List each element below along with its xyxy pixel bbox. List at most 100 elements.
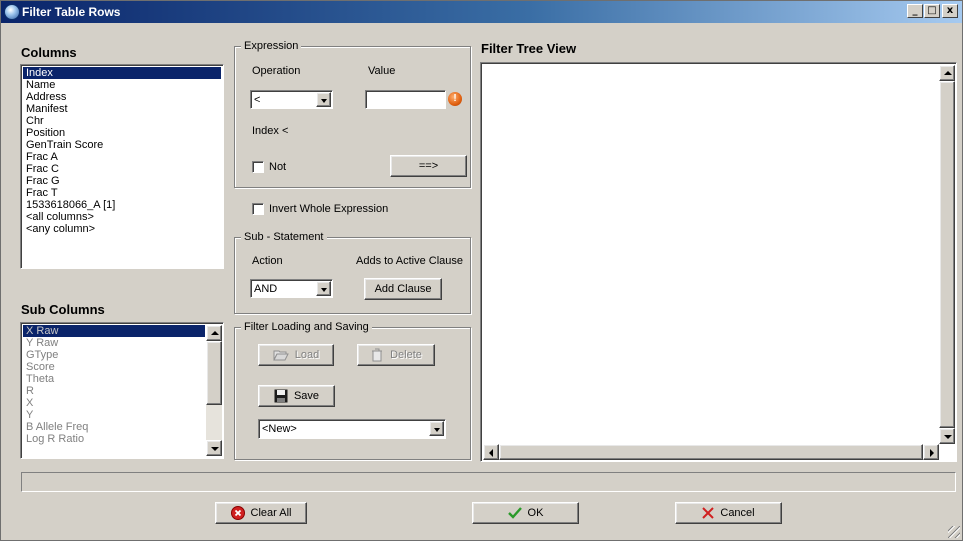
- tree-horizontal-thumb[interactable]: [499, 444, 923, 460]
- arrow-left-icon: [489, 449, 493, 457]
- cancel-label: Cancel: [720, 507, 755, 520]
- chevron-down-icon: [321, 99, 327, 103]
- filter-loading-saving-label: Filter Loading and Saving: [241, 321, 372, 333]
- clear-all-button[interactable]: Clear All: [215, 502, 307, 524]
- add-clause-button[interactable]: Add Clause: [364, 278, 442, 300]
- value-input[interactable]: [365, 90, 446, 109]
- cancel-x-icon: [702, 507, 715, 519]
- sub-statement-group-label: Sub - Statement: [241, 231, 327, 243]
- list-item[interactable]: X Raw: [23, 325, 205, 337]
- list-item[interactable]: GenTrain Score: [23, 139, 221, 151]
- filter-tree-view[interactable]: [480, 62, 957, 462]
- not-checkbox[interactable]: [252, 161, 264, 173]
- filter-dropdown-button[interactable]: [429, 421, 444, 436]
- tree-scroll-up-button[interactable]: [939, 65, 955, 81]
- operation-dropdown-button[interactable]: [316, 92, 331, 107]
- list-item[interactable]: Frac G: [23, 175, 221, 187]
- scroll-down-button[interactable]: [206, 440, 222, 456]
- add-clause-label: Add Clause: [374, 283, 432, 296]
- delete-file-icon: [372, 348, 383, 362]
- save-button[interactable]: Save: [258, 385, 335, 407]
- sub-columns-heading: Sub Columns: [21, 302, 105, 317]
- ok-button[interactable]: OK: [472, 502, 579, 524]
- load-label: Load: [294, 349, 320, 362]
- columns-heading: Columns: [21, 45, 77, 60]
- list-item[interactable]: Frac C: [23, 163, 221, 175]
- list-item[interactable]: Log R Ratio: [23, 433, 205, 445]
- tree-scroll-left-button[interactable]: [483, 444, 499, 460]
- tree-horizontal-scrollbar[interactable]: [483, 444, 939, 460]
- list-item[interactable]: Index: [23, 67, 221, 79]
- list-item[interactable]: Address: [23, 91, 221, 103]
- action-select[interactable]: AND: [250, 279, 333, 298]
- arrow-down-icon: [211, 447, 219, 451]
- scroll-up-button[interactable]: [206, 325, 222, 341]
- list-item[interactable]: Frac T: [23, 187, 221, 199]
- list-item[interactable]: <any column>: [23, 223, 221, 235]
- operation-label: Operation: [252, 65, 301, 77]
- action-dropdown-button[interactable]: [316, 281, 331, 296]
- app-icon: [4, 4, 20, 20]
- list-item[interactable]: GType: [23, 349, 205, 361]
- title-bar[interactable]: Filter Table Rows _ □ x: [1, 1, 962, 23]
- arrow-up-icon: [944, 71, 952, 75]
- tree-vertical-scrollbar[interactable]: [939, 65, 955, 444]
- tree-vertical-thumb[interactable]: [939, 81, 955, 428]
- sub-columns-listbox[interactable]: X Raw Y Raw GType Score Theta R X Y B Allele Fre…: [20, 322, 224, 459]
- arrow-up-icon: [211, 331, 219, 335]
- resize-grip[interactable]: [948, 526, 960, 538]
- warning-icon: !: [448, 92, 462, 106]
- list-item[interactable]: Position: [23, 127, 221, 139]
- tree-scroll-down-button[interactable]: [939, 428, 955, 444]
- filter-select-value: <New>: [262, 423, 297, 435]
- list-item[interactable]: R: [23, 385, 205, 397]
- delete-label: Delete: [390, 349, 422, 362]
- list-item[interactable]: B Allele Freq: [23, 421, 205, 433]
- clear-icon: [230, 506, 245, 521]
- apply-expression-label: ==>: [418, 160, 439, 173]
- expression-group-label: Expression: [241, 40, 302, 52]
- invert-label: Invert Whole Expression: [269, 203, 389, 215]
- apply-expression-button[interactable]: ==>: [390, 155, 467, 177]
- invert-checkbox[interactable]: [252, 203, 264, 215]
- sub-statement-group: Sub - Statement: [234, 231, 471, 314]
- list-item[interactable]: Manifest: [23, 103, 221, 115]
- close-button[interactable]: x: [942, 4, 958, 18]
- arrow-right-icon: [930, 449, 934, 457]
- chevron-down-icon: [321, 288, 327, 292]
- list-item[interactable]: X: [23, 397, 205, 409]
- floppy-disk-icon: [274, 389, 288, 403]
- minimize-button[interactable]: _: [907, 4, 923, 18]
- action-label: Action: [252, 255, 283, 267]
- value-label: Value: [368, 65, 396, 77]
- list-item[interactable]: Theta: [23, 373, 205, 385]
- list-item[interactable]: Y Raw: [23, 337, 205, 349]
- chevron-down-icon: [434, 428, 440, 432]
- save-label: Save: [293, 390, 320, 403]
- filter-select[interactable]: <New>: [258, 419, 446, 439]
- scroll-thumb[interactable]: [206, 341, 222, 405]
- list-item[interactable]: Score: [23, 361, 205, 373]
- list-item[interactable]: Name: [23, 79, 221, 91]
- checkmark-icon: [507, 507, 522, 519]
- list-item[interactable]: 1533618066_A [1]: [23, 199, 221, 211]
- maximize-button[interactable]: □: [924, 4, 940, 18]
- columns-listbox[interactable]: Index Name Address Manifest Chr Position GenTr…: [20, 64, 224, 269]
- window-title: Filter Table Rows: [22, 5, 121, 19]
- delete-button[interactable]: Delete: [357, 344, 435, 366]
- clear-all-label: Clear All: [250, 507, 292, 520]
- list-item[interactable]: Frac A: [23, 151, 221, 163]
- list-item[interactable]: <all columns>: [23, 211, 221, 223]
- operation-select-value: <: [254, 94, 261, 106]
- load-button[interactable]: Load: [258, 344, 334, 366]
- list-item[interactable]: Chr: [23, 115, 221, 127]
- cancel-button[interactable]: Cancel: [675, 502, 782, 524]
- operation-select[interactable]: <: [250, 90, 333, 109]
- list-item[interactable]: Y: [23, 409, 205, 421]
- ok-label: OK: [527, 507, 544, 520]
- not-label: Not: [269, 161, 287, 173]
- tree-scroll-right-button[interactable]: [923, 444, 939, 460]
- action-select-value: AND: [254, 283, 278, 295]
- adds-to-active-clause-label: Adds to Active Clause: [356, 255, 464, 267]
- sub-columns-scrollbar[interactable]: [206, 325, 222, 456]
